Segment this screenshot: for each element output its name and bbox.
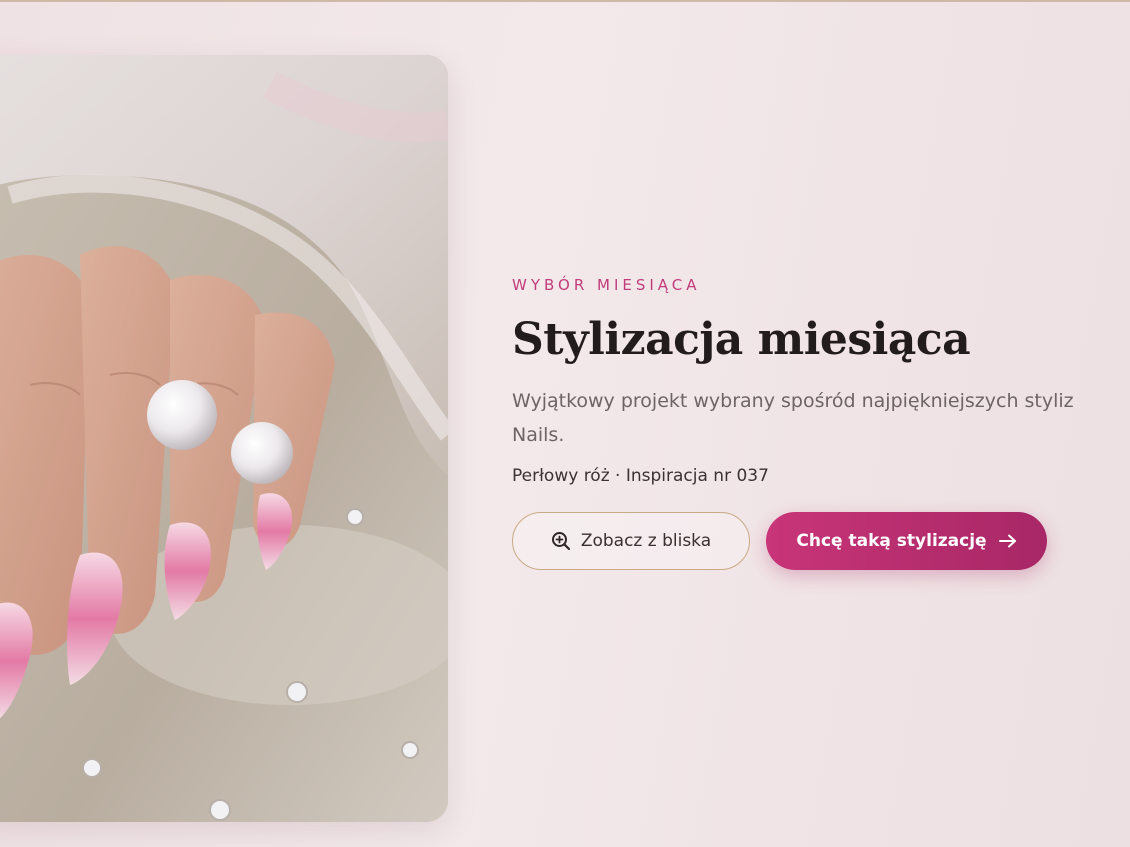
hero-content: WYBÓR MIESIĄCA Stylizacja miesiąca Wyjąt… <box>512 276 1130 570</box>
arrow-right-icon <box>998 534 1017 548</box>
top-divider <box>0 0 1130 2</box>
book-style-button[interactable]: Chcę taką stylizację <box>766 512 1047 570</box>
page-title: Stylizacja miesiąca <box>512 314 971 365</box>
hero-image <box>0 55 448 822</box>
zoom-button[interactable]: Zobacz z bliska <box>512 512 750 570</box>
zoom-in-icon <box>551 531 571 551</box>
hero-actions: Zobacz z bliska Chcę taką stylizację <box>512 512 1130 570</box>
zoom-button-label: Zobacz z bliska <box>580 531 712 551</box>
book-style-button-label: Chcę taką stylizację <box>796 531 987 551</box>
hero-description: Wyjątkowy projekt wybrany spośród najpię… <box>512 384 1130 452</box>
hero-section: WYBÓR MIESIĄCA Stylizacja miesiąca Wyjąt… <box>0 0 1130 847</box>
inspiration-meta: Perłowy róż · Inspiracja nr 037 <box>512 466 769 486</box>
description-line-2: Nails. <box>512 424 565 446</box>
eyebrow-label: WYBÓR MIESIĄCA <box>512 276 701 294</box>
description-line-1: Wyjątkowy projekt wybrany spośród najpię… <box>512 390 1074 412</box>
